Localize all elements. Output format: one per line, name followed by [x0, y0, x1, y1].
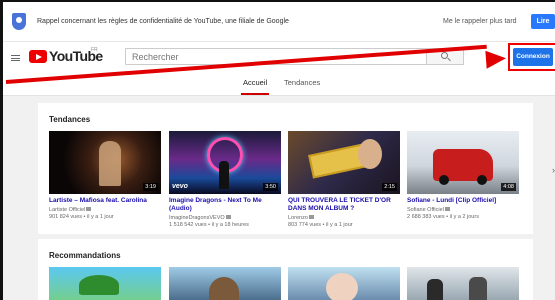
- privacy-banner: Rappel concernant les règles de confiden…: [3, 2, 555, 42]
- video-title[interactable]: QUI TROUVERA LE TICKET D'OR DANS MON ALB…: [288, 197, 400, 213]
- video-duration: 2:15: [382, 183, 397, 191]
- remind-later-link[interactable]: Me le rappeler plus tard: [443, 18, 517, 25]
- video-channel-row: ImagineDragonsVEVO: [169, 215, 281, 222]
- signin-button[interactable]: Connexion: [513, 48, 553, 66]
- active-tab-indicator: [241, 93, 269, 95]
- recommendations-title[interactable]: Recommandations: [49, 251, 121, 260]
- video-thumbnail[interactable]: [169, 267, 281, 300]
- youtube-logo-icon[interactable]: [29, 50, 47, 63]
- video-title[interactable]: Imagine Dragons - Next To Me (Audio): [169, 197, 281, 213]
- video-title[interactable]: Sofiane - Lundi [Clip Officiel]: [407, 197, 519, 205]
- video-duration: 4:08: [501, 183, 516, 191]
- main-content: Tendances 3:19 Lartiste – Mafiosa feat. …: [3, 96, 555, 300]
- video-thumbnail[interactable]: [288, 267, 400, 300]
- video-channel[interactable]: Lorenzo: [288, 215, 308, 221]
- video-channel[interactable]: Sofiane Officiel: [407, 207, 444, 213]
- video-thumbnail[interactable]: 2:15: [288, 131, 400, 194]
- signin-highlight-box: Connexion: [508, 43, 555, 71]
- trending-title[interactable]: Tendances: [49, 115, 90, 124]
- video-thumbnail[interactable]: 3:19: [49, 131, 161, 194]
- logo-region-label: FR: [91, 47, 98, 53]
- tab-home[interactable]: Accueil: [243, 78, 267, 87]
- tab-trending[interactable]: Tendances: [284, 78, 320, 87]
- video-thumbnail[interactable]: 4:08: [407, 131, 519, 194]
- read-button[interactable]: Lire: [531, 14, 555, 29]
- vevo-logo: vevo: [172, 183, 188, 190]
- search-icon: [441, 52, 448, 59]
- video-duration: 3:19: [143, 183, 158, 191]
- shield-icon: [12, 13, 26, 30]
- video-stats: 901 824 vues • il y a 1 jour: [49, 214, 114, 220]
- menu-icon[interactable]: [11, 55, 20, 61]
- verified-icon: [444, 207, 450, 211]
- video-thumbnail[interactable]: [407, 267, 519, 300]
- video-channel[interactable]: Lartiste Officiel: [49, 207, 85, 213]
- verified-icon: [225, 215, 231, 219]
- video-duration: 3:50: [263, 183, 278, 191]
- verified-icon: [86, 207, 92, 211]
- video-channel-row: Lartiste Officiel: [49, 207, 161, 214]
- annotation-arrowhead: [485, 49, 507, 69]
- video-stats: 1 518 542 vues • il y a 18 heures: [169, 222, 249, 228]
- video-stats: 803 774 vues • il y a 1 jour: [288, 222, 353, 228]
- recommendations-shelf: Recommandations: [38, 239, 533, 300]
- video-channel-row: Lorenzo: [288, 215, 400, 222]
- video-channel[interactable]: ImagineDragonsVEVO: [169, 215, 225, 221]
- video-title[interactable]: Lartiste – Mafiosa feat. Carolina: [49, 197, 161, 205]
- video-stats: 2 688 383 vues • il y a 2 jours: [407, 214, 479, 220]
- video-thumbnail[interactable]: [49, 267, 161, 300]
- privacy-reminder-text: Rappel concernant les règles de confiden…: [37, 18, 289, 25]
- video-channel-row: Sofiane Officiel: [407, 207, 519, 214]
- video-thumbnail[interactable]: vevo 3:50: [169, 131, 281, 194]
- verified-icon: [308, 215, 314, 219]
- trending-shelf: Tendances 3:19 Lartiste – Mafiosa feat. …: [38, 103, 555, 234]
